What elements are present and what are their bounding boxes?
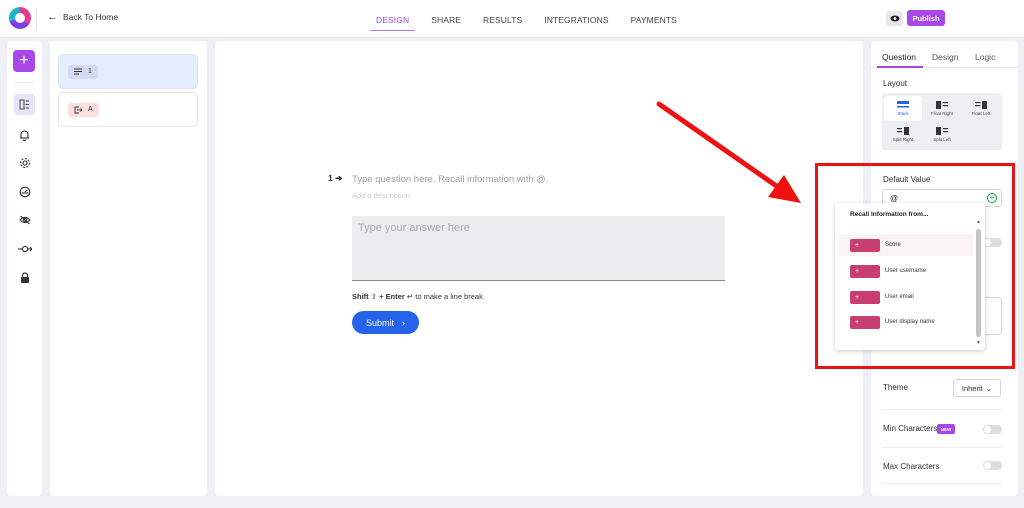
divider [15, 82, 34, 83]
settings-tabs: Question Design Logic [871, 41, 1018, 68]
layout-option-label: Split Left [933, 137, 951, 142]
layout-option-label: Float Left [971, 111, 991, 116]
sidebar-item-notifications[interactable] [14, 124, 35, 145]
sidebar-item-layout[interactable] [14, 94, 35, 115]
question-item[interactable]: 1 [58, 54, 198, 89]
divider [36, 8, 37, 30]
lock-icon [20, 272, 29, 283]
flow-icon [17, 245, 32, 252]
sidebar-item-security[interactable] [14, 267, 35, 288]
tab-payments[interactable]: PAYMENTS [631, 0, 677, 31]
form-canvas: 1 ➔ Type question here. Recall informati… [215, 41, 863, 496]
question-item[interactable]: A [58, 92, 198, 127]
question-tag-label: 1 [88, 68, 92, 75]
question-tag: 1 [68, 64, 98, 79]
answer-textarea[interactable]: Type your answer here [352, 216, 725, 281]
preview-button[interactable] [886, 11, 903, 26]
new-badge: NEW [937, 424, 955, 434]
theme-select-value: Inherit [961, 383, 983, 393]
exit-icon [74, 106, 82, 113]
gear-icon [19, 157, 30, 168]
hint-text: to make a line break [415, 292, 483, 301]
enter-icon: ↵ [406, 292, 414, 301]
layout-option-label: Stack [897, 111, 909, 116]
layout-option-stack[interactable]: Stack [884, 96, 922, 121]
text-lines-icon [74, 68, 82, 75]
layout-option-split-right[interactable]: Split Right [884, 122, 922, 147]
question-number: 1 ➔ [328, 173, 342, 184]
sidebar-item-performance[interactable] [14, 181, 35, 202]
tab-design-settings[interactable]: Design [932, 52, 958, 62]
speedometer-icon [19, 186, 30, 197]
tab-logic[interactable]: Logic [975, 52, 995, 62]
divider [882, 483, 1002, 484]
back-to-home-link[interactable]: ← Back To Home [47, 11, 119, 23]
hint-shift-key: Shift [352, 292, 369, 301]
layout-option-label: Split Right [892, 137, 914, 142]
layout-option-float-left[interactable]: Float Left [962, 96, 1000, 121]
layout-icon [19, 99, 29, 110]
split-left-layout-icon [936, 127, 948, 135]
float-left-layout-icon [975, 101, 987, 109]
divider [882, 447, 1002, 448]
tab-share[interactable]: SHARE [431, 0, 461, 31]
question-number-text: 1 [328, 173, 333, 183]
tab-integrations[interactable]: INTEGRATIONS [544, 0, 608, 31]
layout-option-float-right[interactable]: Float Right [923, 96, 961, 121]
submit-button[interactable]: Submit › [352, 311, 419, 334]
tab-design[interactable]: DESIGN [370, 0, 416, 31]
tab-results[interactable]: RESULTS [483, 0, 522, 31]
chevron-right-icon: › [402, 317, 405, 328]
eye-off-icon [18, 215, 31, 224]
arrow-left-icon: ← [47, 11, 58, 23]
submit-label: Submit [365, 317, 394, 328]
max-characters-label: Max Characters [883, 462, 940, 471]
shift-arrow-icon: ⇧ [370, 292, 378, 301]
sidebar-item-visibility[interactable] [14, 209, 35, 230]
float-right-layout-icon [936, 101, 948, 109]
chevron-down-icon: ⌄ [985, 383, 993, 393]
bell-icon [20, 129, 29, 141]
stack-layout-icon [897, 101, 909, 108]
question-tag: A [68, 102, 99, 117]
sidebar-item-flow[interactable] [14, 238, 35, 259]
line-break-hint: Shift ⇧ + Enter ↵ to make a line break [352, 292, 483, 301]
split-right-layout-icon [897, 127, 909, 135]
theme-label: Theme [883, 383, 908, 392]
layout-options: Stack Float Right Float Left Split Right… [882, 93, 1002, 150]
max-characters-toggle[interactable] [983, 461, 1002, 470]
question-list-panel: 1 A [50, 41, 207, 496]
back-label: Back To Home [63, 12, 119, 22]
min-characters-toggle[interactable] [983, 425, 1002, 434]
hint-enter-key: Enter [385, 292, 405, 301]
min-characters-label: Min Characters [883, 424, 938, 433]
sidebar-item-settings[interactable] [14, 152, 35, 173]
main-nav: DESIGN SHARE RESULTS INTEGRATIONS PAYMEN… [370, 0, 677, 31]
layout-option-label: Float Right [931, 111, 953, 116]
tab-question[interactable]: Question [882, 52, 916, 62]
top-bar: ← Back To Home DESIGN SHARE RESULTS INTE… [0, 0, 1024, 38]
hint-plus: + [379, 292, 384, 301]
question-title-input[interactable]: Type question here. Recall information w… [352, 174, 549, 185]
icon-sidebar: + [7, 41, 42, 496]
question-description-input[interactable]: Add a description [352, 191, 410, 200]
question-tag-label: A [88, 106, 93, 113]
app-logo[interactable] [9, 7, 31, 29]
publish-button[interactable]: Publish [907, 10, 945, 26]
theme-select[interactable]: Inherit ⌄ [953, 379, 1001, 397]
arrow-right-icon: ➔ [335, 173, 343, 183]
active-tab-indicator [877, 66, 923, 68]
layout-label: Layout [883, 79, 908, 88]
eye-icon [890, 15, 899, 22]
divider [882, 409, 1002, 410]
annotation-highlight-box [815, 163, 1015, 369]
layout-option-split-left[interactable]: Split Left [923, 122, 961, 147]
add-question-button[interactable]: + [13, 50, 35, 72]
